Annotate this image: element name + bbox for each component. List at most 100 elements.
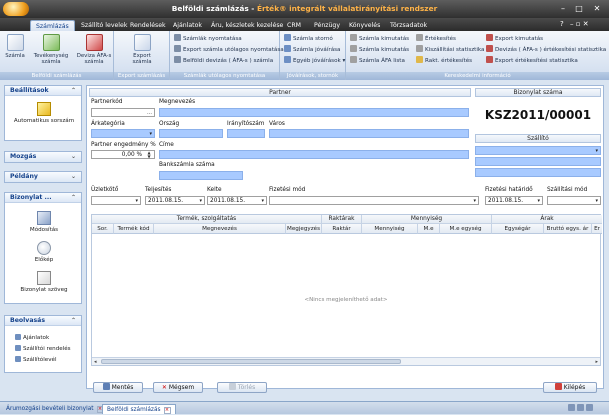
tab-aru-keszletek[interactable]: Áru, készletek kezelése — [206, 20, 288, 31]
beolvasas-szallitolevel[interactable]: Szállítólevél — [15, 356, 57, 363]
dropdown-arrow-icon[interactable]: ▾ — [135, 198, 138, 204]
col-me-egyseg[interactable]: M.e egység — [440, 224, 492, 234]
collapse-icon[interactable]: ⌃ — [71, 316, 76, 326]
calendar-dropdown-icon[interactable]: ▾ — [261, 198, 264, 204]
panel-peldany[interactable]: Példány ⌄ — [4, 171, 82, 183]
fizetesi-mod-select[interactable]: ▾ — [269, 196, 479, 205]
doc-tab-arumozgasi[interactable]: Árumozgási bevételi bizonylat × — [2, 404, 108, 414]
scrollbar-thumb[interactable] — [101, 359, 401, 364]
elokep-button[interactable]: Előkép — [9, 241, 79, 263]
dropdown-arrow-icon[interactable]: ▾ — [595, 198, 598, 204]
save-button[interactable]: Mentés — [93, 382, 143, 393]
col-sor[interactable]: Sor. — [92, 224, 114, 234]
tab-ajanlatok[interactable]: Ajánlatok — [168, 20, 207, 31]
ertekesites-button[interactable]: Értékesítés — [416, 34, 456, 42]
help-icon[interactable]: ? — [560, 20, 564, 28]
tab-rendelesek[interactable]: Rendelések — [125, 20, 171, 31]
col-termek-kod[interactable]: Termék kód — [114, 224, 154, 234]
uzletkoto-select[interactable]: ▾ — [91, 196, 141, 205]
dropdown-arrow-icon[interactable]: ▾ — [595, 148, 598, 154]
col-raktar[interactable]: Raktár — [322, 224, 362, 234]
arkategoria-select[interactable]: ▾ — [91, 129, 155, 138]
szallito-detail-1[interactable] — [475, 157, 601, 166]
szallito-select[interactable]: ▾ — [475, 146, 601, 155]
belfoldi-devizas-szamla-button[interactable]: Belföldi devizás ( ÁFA-s ) számla — [174, 56, 273, 64]
col-megjegyzes[interactable]: Megjegyzés — [286, 224, 322, 234]
horizontal-scrollbar[interactable]: ◂ ▸ — [92, 357, 600, 365]
col-me[interactable]: M.e — [418, 224, 440, 234]
devizas-ertekesitesi-statisztika-button[interactable]: Devizás ( ÁFA-s ) értékesítési statiszti… — [486, 45, 606, 53]
spinner-icon[interactable]: ▲ ▼ — [145, 151, 153, 159]
lookup-icon[interactable]: … — [147, 110, 152, 116]
szamla-kimutatas-button-1[interactable]: Számla kimutatás — [350, 34, 409, 42]
megnevezes-input[interactable] — [159, 108, 469, 117]
items-grid[interactable]: Termék, szolgáltatás Raktárak Mennyiség … — [91, 214, 602, 366]
col-megnevezes[interactable]: Megnevezés — [154, 224, 286, 234]
szamla-afa-lista-button[interactable]: Számla ÁFA lista — [350, 56, 405, 64]
beolvasas-ajanlatok[interactable]: Ajánlatok — [15, 334, 49, 341]
export-szamla-button[interactable]: Export számla — [128, 34, 156, 65]
cancel-button[interactable]: ✕ Mégsem — [153, 382, 203, 393]
tab-torzsadatok[interactable]: Törzsadatok — [385, 20, 432, 31]
tab-szallito-levelek[interactable]: Szállító levelek — [76, 20, 132, 31]
close-button[interactable]: ✕ — [590, 3, 604, 14]
szallitasi-mod-select[interactable]: ▾ — [547, 196, 601, 205]
tab-penzugy[interactable]: Pénzügy — [309, 20, 345, 31]
ribbon-window-controls[interactable]: – ▫ ✕ — [570, 20, 589, 28]
tevekenyseg-szamla-button[interactable]: Tevékenység számla — [30, 34, 72, 65]
expand-icon[interactable]: ⌄ — [71, 152, 76, 162]
panel-header-beallitasok[interactable]: Beállítások ⌃ — [5, 86, 81, 96]
status-icon-3[interactable] — [586, 404, 593, 411]
delete-button[interactable]: Törlés — [217, 382, 267, 393]
scroll-left-icon[interactable]: ◂ — [94, 358, 97, 366]
minimize-button[interactable]: – — [556, 3, 570, 14]
tab-crm[interactable]: CRM — [282, 20, 306, 31]
col-mennyiseg[interactable]: Mennyiség — [362, 224, 418, 234]
kelte-date[interactable]: 2011.08.15. ▾ — [207, 196, 267, 205]
engedmeny-input[interactable]: 0,00 % ▲ ▼ — [91, 150, 155, 159]
col-egysegar[interactable]: Egységár — [492, 224, 544, 234]
calendar-dropdown-icon[interactable]: ▾ — [199, 198, 202, 204]
close-tab-icon[interactable]: × — [163, 407, 171, 414]
modositas-button[interactable]: Módosítás — [9, 211, 79, 233]
maximize-button[interactable]: □ — [572, 3, 586, 14]
szamla-jovairasa-button[interactable]: Számla jóváírása — [284, 45, 340, 53]
dropdown-arrow-icon[interactable]: ▾ — [473, 198, 476, 204]
panel-header-beolvasas[interactable]: Beolvasás ⌃ — [5, 316, 81, 326]
scroll-right-icon[interactable]: ▸ — [595, 358, 598, 366]
szamla-kimutatas-button-2[interactable]: Számla kimutatás — [350, 45, 409, 53]
dropdown-arrow-icon[interactable]: ▾ — [149, 131, 152, 137]
export-kimutatas-button[interactable]: Export kimutatás — [486, 34, 543, 42]
partnerkod-input[interactable]: … — [91, 108, 155, 117]
egyeb-jovairasok-button[interactable]: Egyéb jóváírások ▾ — [284, 56, 345, 64]
kiszallitasi-statisztika-button[interactable]: Kiszállítási statisztika — [416, 45, 484, 53]
varos-input[interactable] — [269, 129, 469, 138]
export-utolagos-nyomtatas-button[interactable]: Export számla utólagos nyomtatása — [174, 45, 284, 53]
cime-input[interactable] — [159, 150, 469, 159]
status-icon-1[interactable] — [568, 404, 575, 411]
col-brutto-egysegar[interactable]: Bruttó egys. ár — [544, 224, 592, 234]
fizetesi-hatarido-date[interactable]: 2011.08.15. ▾ — [485, 196, 543, 205]
rakt-ertekesites-button[interactable]: Rakt. értékesítés — [416, 56, 472, 64]
szamla-storno-button[interactable]: Számla stornó — [284, 34, 333, 42]
bizonylat-szoveg-button[interactable]: Bizonylat szöveg — [9, 271, 79, 293]
orszag-input[interactable] — [159, 129, 223, 138]
panel-header-bizonylat[interactable]: Bizonylat ... ⌃ — [5, 193, 81, 203]
bankszamla-input[interactable] — [159, 171, 243, 180]
iranyitoszam-input[interactable] — [227, 129, 265, 138]
szamlak-nyomtatasa-button[interactable]: Számlák nyomtatása — [174, 34, 242, 42]
teljesites-date[interactable]: 2011.08.15. ▾ — [145, 196, 205, 205]
automatikus-sorszam-button[interactable]: Automatikus sorszám — [9, 102, 79, 124]
status-icon-2[interactable] — [577, 404, 584, 411]
export-ertekesitesi-statisztika-button[interactable]: Export értékesítési statisztika — [486, 56, 578, 64]
calendar-dropdown-icon[interactable]: ▾ — [537, 198, 540, 204]
deviza-szamla-button[interactable]: Deviza ÁFA-s számla — [74, 34, 114, 65]
beolvasas-szallitoi-rendeles[interactable]: Szállítói rendelés — [15, 345, 71, 352]
szamla-button[interactable]: Számla — [4, 34, 26, 59]
doc-tab-belfoldi-szamlazas[interactable]: Belföldi számlázás × — [102, 404, 176, 414]
panel-mozgas[interactable]: Mozgás ⌄ — [4, 151, 82, 163]
expand-icon[interactable]: ⌄ — [71, 172, 76, 182]
collapse-icon[interactable]: ⌃ — [71, 193, 76, 203]
col-er[interactable]: Er — [592, 224, 602, 234]
exit-button[interactable]: Kilépés — [543, 382, 597, 393]
